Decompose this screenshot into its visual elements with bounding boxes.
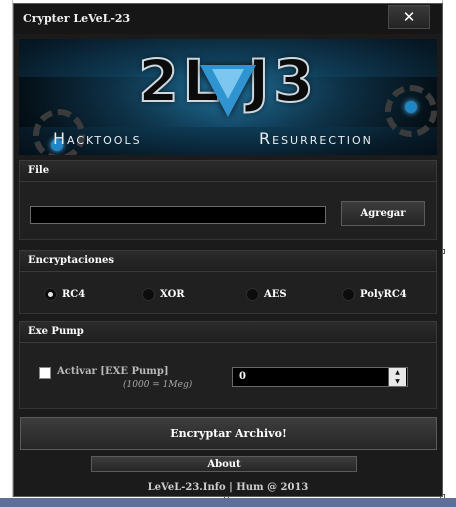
encryption-section-header: Encryptaciones (19, 250, 437, 272)
exe-pump-checkbox-label[interactable]: Activar [EXE Pump] (57, 366, 169, 377)
close-button[interactable]: ✕ (388, 5, 430, 29)
taskbar-strip (0, 498, 456, 507)
crypter-window: Crypter LeVeL-23 ✕ 2L J3 Hacktools Resur… (13, 3, 443, 497)
radio-label: PolyRC4 (360, 288, 407, 300)
file-section-title: File (28, 165, 50, 176)
window-title: Crypter LeVeL-23 (23, 12, 131, 25)
exe-pump-checkbox[interactable] (39, 367, 51, 379)
radio-button[interactable] (246, 287, 259, 301)
stepper-up-icon[interactable]: ▲ (389, 368, 406, 377)
radio-aes[interactable]: AES (246, 286, 287, 302)
radio-button[interactable] (44, 287, 57, 301)
radio-button[interactable] (342, 287, 355, 301)
radio-label: AES (264, 288, 287, 300)
pump-size-value[interactable]: 0 (239, 371, 246, 382)
footer-credits: LeVeL-23.Info | Hum @ 2013 (147, 482, 309, 493)
radio-xor[interactable]: XOR (142, 286, 185, 302)
radio-rc4[interactable]: RC4 (44, 286, 85, 302)
exe-pump-section-header: Exe Pump (19, 321, 437, 343)
exe-pump-hint: (1000 = 1Meg) (123, 380, 193, 390)
pump-size-stepper[interactable]: 0 ▲ ▼ (232, 367, 408, 387)
banner-subtitle-left: Hacktools (53, 129, 142, 148)
stepper-arrows: ▲ ▼ (388, 368, 407, 386)
stepper-down-icon[interactable]: ▼ (389, 377, 406, 386)
encrypt-file-button[interactable]: Encryptar Archivo! (20, 417, 437, 450)
close-icon: ✕ (402, 8, 416, 26)
banner-subtitle-right: Resurrection (259, 129, 373, 148)
add-file-button[interactable]: Agregar (341, 201, 425, 226)
header-banner: 2L J3 Hacktools Resurrection (19, 39, 437, 155)
exe-pump-section-title: Exe Pump (28, 326, 84, 337)
file-section-header: File (19, 160, 437, 182)
radio-polyrc4[interactable]: PolyRC4 (342, 286, 407, 302)
radio-label: RC4 (62, 288, 86, 300)
title-bar[interactable]: Crypter LeVeL-23 ✕ (14, 4, 442, 34)
radio-button[interactable] (142, 287, 155, 301)
file-path-input[interactable] (30, 206, 326, 224)
encryption-section-title: Encryptaciones (28, 255, 114, 266)
about-button[interactable]: About (91, 456, 357, 472)
diamond-highlight-icon (212, 69, 244, 99)
radio-label: XOR (160, 288, 185, 300)
